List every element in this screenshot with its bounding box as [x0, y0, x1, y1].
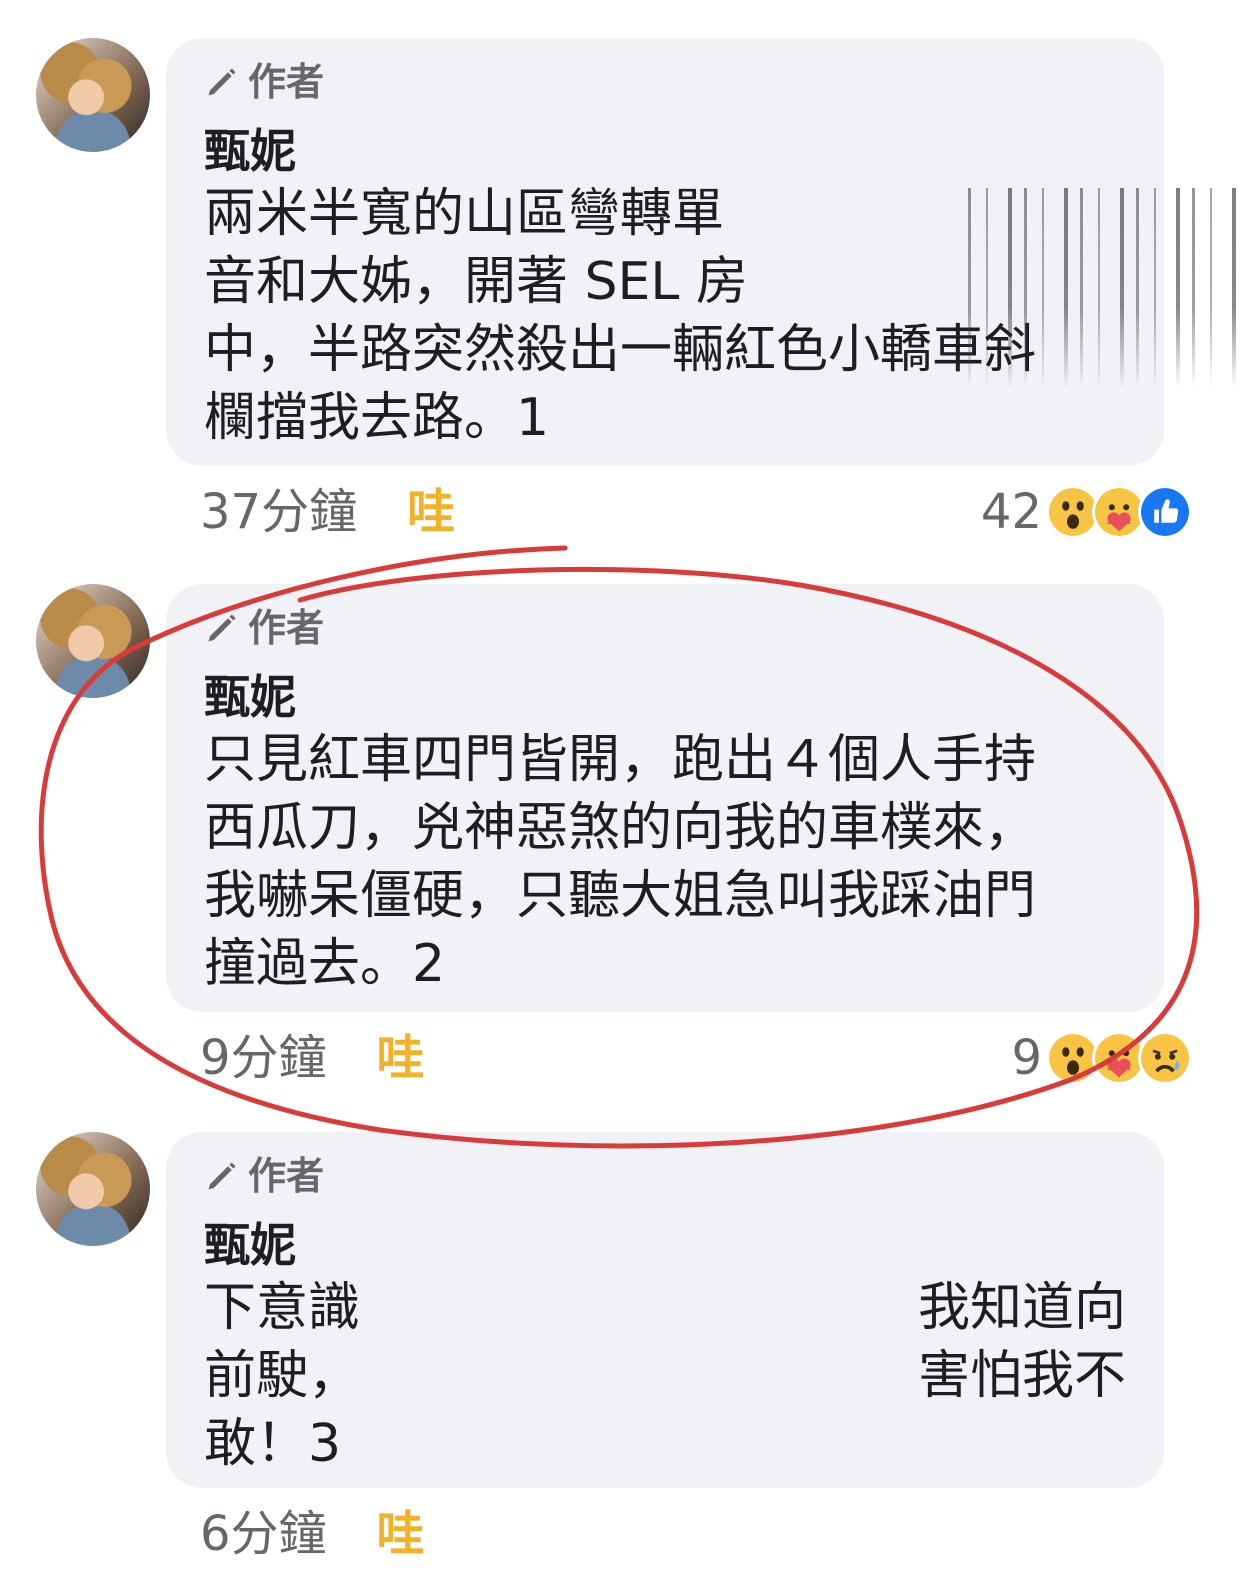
badge-label: 作者	[248, 606, 325, 650]
reaction-summary[interactable]: 9	[1011, 1028, 1192, 1088]
author-avatar[interactable]	[36, 1132, 150, 1246]
author-badge: 作者	[204, 604, 324, 652]
author-name[interactable]: 甄妮	[204, 668, 296, 726]
reaction-count: 42	[980, 484, 1042, 540]
reaction-count: 9	[1011, 1030, 1042, 1086]
timestamp[interactable]: 6分鐘	[200, 1504, 327, 1564]
comment-meta: 6分鐘 哇	[200, 1504, 425, 1564]
badge-label: 作者	[248, 1154, 325, 1198]
author-avatar[interactable]	[36, 584, 150, 698]
wow-reaction-button[interactable]: 哇	[377, 1504, 425, 1564]
wow-reaction-button[interactable]: 哇	[377, 1028, 425, 1088]
comment-meta: 9分鐘 哇	[200, 1028, 425, 1088]
comment-text-right: 我知道向 害怕我不	[917, 1278, 1126, 1406]
reaction-summary[interactable]: 42	[981, 482, 1192, 542]
author-badge: 作者	[204, 58, 324, 106]
comment-bubble: 作者 甄妮 兩米半寬的山區彎轉單 音和大姊，開著 SEL 房 中，半路突然殺出一…	[166, 38, 1244, 466]
like-icon	[1138, 485, 1192, 539]
pencil-icon	[208, 68, 236, 96]
author-badge: 作者	[204, 1152, 324, 1200]
pencil-icon	[208, 614, 236, 642]
comment-text: 兩米半寬的山區彎轉單 音和大姊，開著 SEL 房 中，半路突然殺出一輛紅色小轎車…	[204, 184, 1037, 448]
comment-bubble: 作者 甄妮 只見紅車四門皆開，跑出４個人手持 西瓜刀，兇神惡煞的向我的車樸來， …	[166, 584, 1164, 1012]
comment-meta: 37分鐘 哇	[200, 482, 455, 542]
author-avatar[interactable]	[36, 38, 150, 152]
comment-text: 只見紅車四門皆開，跑出４個人手持 西瓜刀，兇神惡煞的向我的車樸來， 我嚇呆僵硬，…	[204, 730, 1037, 994]
sad-icon	[1138, 1031, 1192, 1085]
author-name[interactable]: 甄妮	[204, 1216, 296, 1274]
timestamp[interactable]: 37分鐘	[200, 482, 357, 542]
redaction-stripes	[956, 188, 1244, 388]
comment-text-left: 下意識 前駛， 敢！3	[204, 1278, 361, 1474]
wow-reaction-button[interactable]: 哇	[407, 482, 455, 542]
pencil-icon	[208, 1162, 236, 1190]
author-name[interactable]: 甄妮	[204, 122, 296, 180]
timestamp[interactable]: 9分鐘	[200, 1028, 327, 1088]
comment-bubble: 作者 甄妮 下意識 前駛， 敢！3 我知道向 害怕我不	[166, 1132, 1164, 1488]
badge-label: 作者	[248, 60, 325, 104]
